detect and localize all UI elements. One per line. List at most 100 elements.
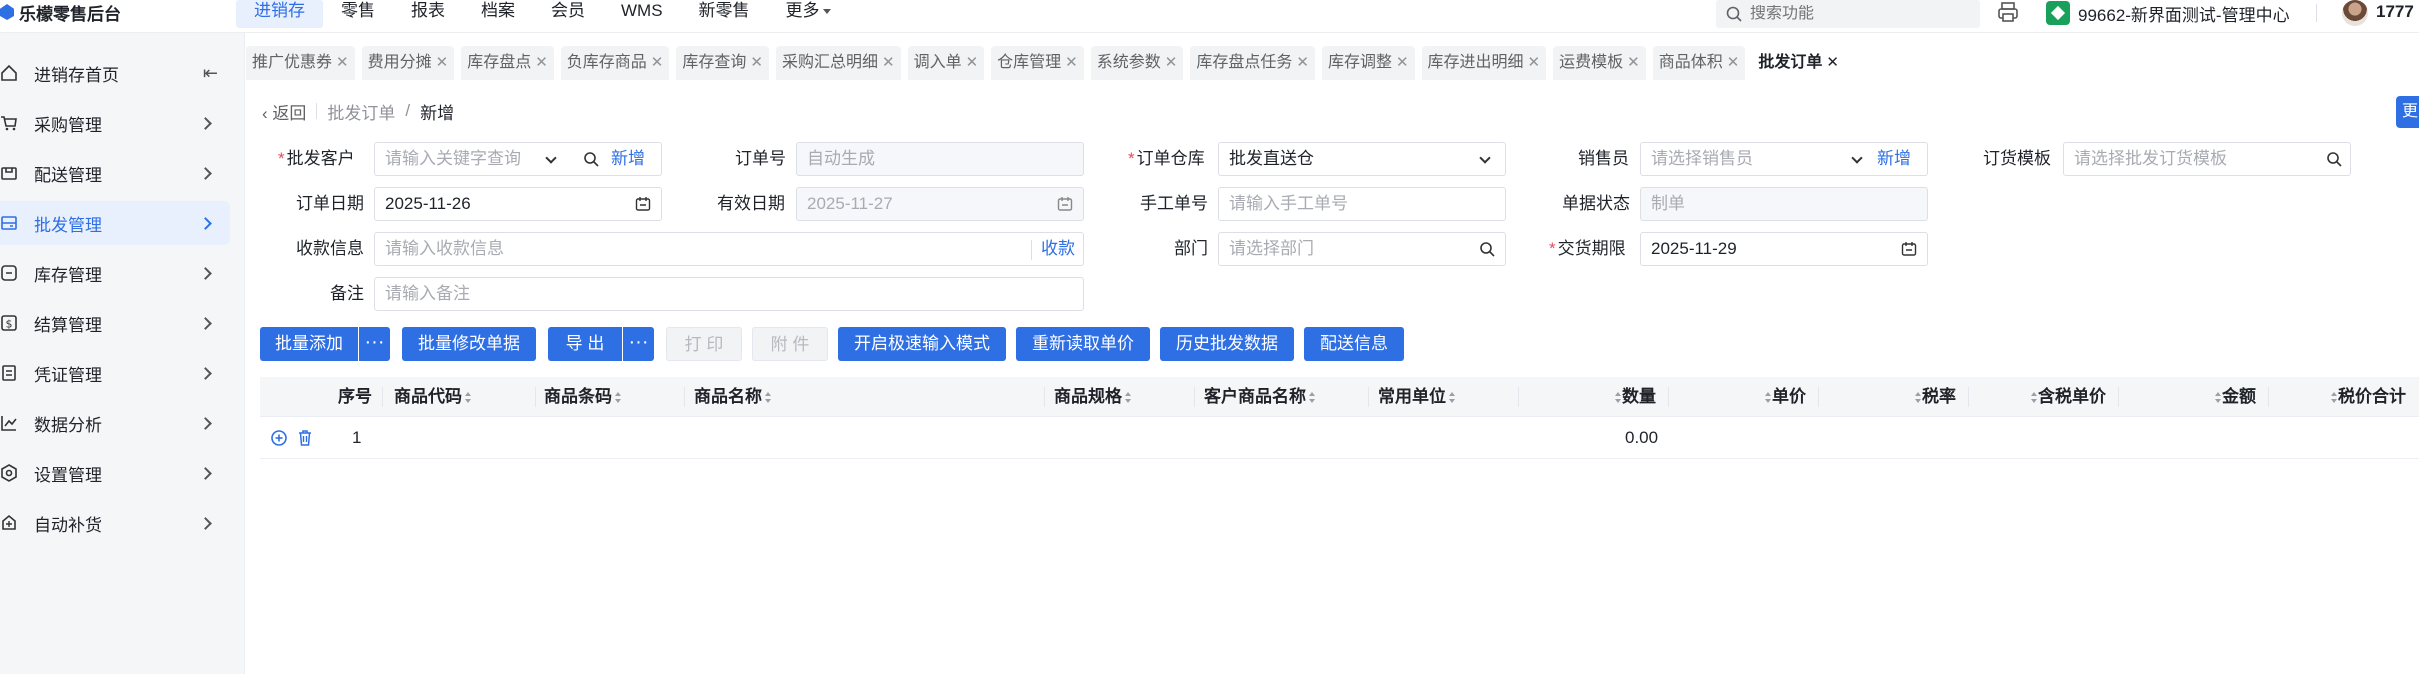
- tab-stock-io-detail[interactable]: 库存进出明细 ✕: [1421, 46, 1547, 80]
- tab-purchase-summary[interactable]: 采购汇总明细 ✕: [775, 46, 901, 80]
- add-customer-link[interactable]: 新增: [611, 143, 645, 175]
- payment-action-link[interactable]: 收款: [1041, 233, 1075, 265]
- collapse-sidebar-icon[interactable]: ⇤: [203, 63, 218, 84]
- topnav-report[interactable]: 报表: [393, 0, 463, 28]
- delivery-info-button[interactable]: 配送信息: [1304, 327, 1404, 361]
- col-spec[interactable]: 商品规格: [1054, 377, 1132, 417]
- close-icon[interactable]: ✕: [1296, 54, 1309, 71]
- col-price[interactable]: 单价: [1762, 377, 1806, 417]
- col-tax-rate[interactable]: 税率: [1912, 377, 1956, 417]
- sort-icon[interactable]: [765, 391, 772, 404]
- close-icon[interactable]: ✕: [966, 54, 979, 71]
- search-icon[interactable]: [583, 151, 599, 167]
- sidebar-item-home[interactable]: 进销存首页 ⇤: [0, 51, 230, 95]
- tab-transfer-in[interactable]: 调入单 ✕: [907, 46, 985, 80]
- close-icon[interactable]: ✕: [1528, 54, 1541, 71]
- sidebar-item-wholesale[interactable]: 批发管理: [0, 201, 230, 245]
- back-link[interactable]: ‹ 返回: [262, 99, 306, 124]
- payment-input[interactable]: 请输入收款信息 收款: [374, 232, 1084, 266]
- col-quantity[interactable]: 数量: [1612, 377, 1656, 417]
- sidebar-item-replenish[interactable]: 自动补货: [0, 501, 230, 545]
- col-barcode[interactable]: 商品条码: [544, 377, 622, 417]
- export-more-button[interactable]: ···: [622, 327, 654, 361]
- sidebar-item-analysis[interactable]: 数据分析: [0, 401, 230, 445]
- close-icon[interactable]: ✕: [1826, 54, 1839, 71]
- close-icon[interactable]: ✕: [1165, 54, 1178, 71]
- remark-input[interactable]: 请输入备注: [374, 277, 1084, 311]
- function-search[interactable]: [1716, 0, 1980, 28]
- store-switcher[interactable]: 99662-新界面测试-管理中心: [2046, 0, 2290, 26]
- order-date-picker[interactable]: 2025-11-26: [374, 187, 662, 221]
- reread-price-button[interactable]: 重新读取单价: [1016, 327, 1150, 361]
- printer-icon[interactable]: [1996, 0, 2020, 24]
- sort-icon[interactable]: [465, 391, 472, 404]
- topnav-wms[interactable]: WMS: [603, 0, 681, 28]
- close-icon[interactable]: ✕: [535, 54, 548, 71]
- close-icon[interactable]: ✕: [750, 54, 763, 71]
- sort-icon[interactable]: [1915, 391, 1922, 404]
- tab-system-params[interactable]: 系统参数 ✕: [1090, 46, 1184, 80]
- delete-row-icon[interactable]: [296, 429, 314, 447]
- delivery-deadline-picker[interactable]: 2025-11-29: [1640, 232, 1928, 266]
- tab-freight-template[interactable]: 运费模板 ✕: [1553, 46, 1646, 80]
- sort-icon[interactable]: [1615, 391, 1622, 404]
- col-total[interactable]: 税价合计: [2328, 377, 2406, 417]
- add-salesperson-link[interactable]: 新增: [1877, 143, 1911, 175]
- sidebar-item-settlement[interactable]: $ 结算管理: [0, 301, 230, 345]
- salesperson-select[interactable]: 请选择销售员 新增: [1640, 142, 1928, 176]
- sort-icon[interactable]: [1449, 391, 1456, 404]
- topnav-jxc[interactable]: 进销存: [236, 0, 323, 28]
- tab-warehouse[interactable]: 仓库管理 ✕: [991, 46, 1084, 80]
- close-icon[interactable]: ✕: [1396, 54, 1409, 71]
- export-button[interactable]: 导 出: [548, 327, 622, 361]
- sidebar-item-purchase[interactable]: 采购管理: [0, 101, 230, 145]
- batch-add-more-button[interactable]: ···: [358, 327, 390, 361]
- user-avatar[interactable]: [2342, 0, 2368, 26]
- close-icon[interactable]: ✕: [1627, 54, 1640, 71]
- edge-more-button[interactable]: 更: [2396, 96, 2419, 128]
- col-amount[interactable]: 金额: [2212, 377, 2256, 417]
- sort-icon[interactable]: [2331, 391, 2338, 404]
- topnav-more[interactable]: 更多: [768, 0, 849, 28]
- sidebar-item-voucher[interactable]: 凭证管理: [0, 351, 230, 395]
- user-name[interactable]: 1777: [2376, 0, 2414, 24]
- sort-icon[interactable]: [1309, 391, 1316, 404]
- topnav-new-retail[interactable]: 新零售: [681, 0, 768, 28]
- col-unit[interactable]: 常用单位: [1378, 377, 1456, 417]
- tab-promo-coupon[interactable]: 推广优惠券 ✕: [246, 46, 355, 80]
- row-quantity[interactable]: 0.00: [1625, 417, 1658, 459]
- tab-product-volume[interactable]: 商品体积 ✕: [1652, 46, 1746, 80]
- topnav-archive[interactable]: 档案: [463, 0, 533, 28]
- sidebar-item-settings[interactable]: 设置管理: [0, 451, 230, 495]
- batch-add-button[interactable]: 批量添加: [260, 327, 358, 361]
- sort-icon[interactable]: [615, 391, 622, 404]
- col-customer-product-name[interactable]: 客户商品名称: [1204, 377, 1316, 417]
- close-icon[interactable]: ✕: [1727, 54, 1740, 71]
- col-product-code[interactable]: 商品代码: [394, 377, 472, 417]
- sort-icon[interactable]: [2031, 391, 2038, 404]
- tab-stocktake-task[interactable]: 库存盘点任务 ✕: [1190, 46, 1315, 80]
- close-icon[interactable]: ✕: [1065, 54, 1078, 71]
- sort-icon[interactable]: [2215, 391, 2222, 404]
- manual-no-input[interactable]: 请输入手工单号: [1218, 187, 1506, 221]
- close-icon[interactable]: ✕: [651, 54, 664, 71]
- add-row-icon[interactable]: [270, 429, 288, 447]
- sort-icon[interactable]: [1765, 391, 1772, 404]
- col-tax-price[interactable]: 含税单价: [2028, 377, 2106, 417]
- close-icon[interactable]: ✕: [336, 54, 349, 71]
- col-product-name[interactable]: 商品名称: [694, 377, 772, 417]
- breadcrumb-parent[interactable]: 批发订单: [327, 99, 395, 124]
- fast-input-mode-button[interactable]: 开启极速输入模式: [838, 327, 1006, 361]
- function-search-input[interactable]: [1750, 5, 1970, 23]
- tab-stocktake[interactable]: 库存盘点 ✕: [461, 46, 554, 80]
- search-icon[interactable]: [2326, 151, 2342, 167]
- batch-modify-button[interactable]: 批量修改单据: [402, 327, 536, 361]
- template-input[interactable]: 请选择批发订货模板: [2063, 142, 2351, 176]
- tab-stock-adjust[interactable]: 库存调整 ✕: [1321, 46, 1415, 80]
- department-input[interactable]: 请选择部门: [1218, 232, 1506, 266]
- history-data-button[interactable]: 历史批发数据: [1160, 327, 1294, 361]
- customer-input[interactable]: 请输入关键字查询 新增: [374, 142, 662, 176]
- tab-wholesale-order[interactable]: 批发订单 ✕: [1752, 46, 1845, 80]
- sidebar-item-delivery[interactable]: 配送管理: [0, 151, 230, 195]
- close-icon[interactable]: ✕: [882, 54, 895, 71]
